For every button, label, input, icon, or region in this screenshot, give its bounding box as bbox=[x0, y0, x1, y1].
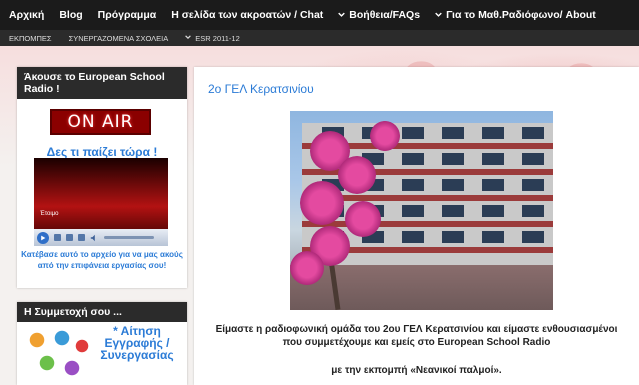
participation-widget-title: Η Συμμετοχή σου ... bbox=[17, 302, 187, 322]
nav-item-label: Αρχική bbox=[9, 9, 45, 21]
play-button[interactable] bbox=[37, 231, 49, 244]
show-name: Νεανικοί παλμοί bbox=[415, 365, 494, 376]
stop-button[interactable] bbox=[54, 234, 61, 241]
post-body-line: που συμμετέχουμε και εμείς στο European … bbox=[282, 337, 551, 348]
nav-item-listeners-chat[interactable]: Η σελίδα των ακροατών / Chat bbox=[162, 9, 323, 21]
nav-item-program[interactable]: Πρόγραμμα bbox=[89, 9, 157, 21]
nav-item-help[interactable]: Βοήθεια/FAQs bbox=[329, 9, 420, 21]
subnav-item-esr-2011-12[interactable]: ESR 2011-12 bbox=[176, 33, 240, 43]
next-button[interactable] bbox=[78, 234, 85, 241]
subnav-item-partner-schools[interactable]: ΣΥΝΕΡΓΑΖΟΜΕΝΑ ΣΧΟΛΕΙΑ bbox=[60, 34, 169, 43]
nav-item-label: Πρόγραμμα bbox=[97, 9, 157, 21]
volume-icon[interactable] bbox=[90, 234, 98, 242]
nav-item-blog[interactable]: Blog bbox=[50, 9, 82, 21]
subnav-item-shows[interactable]: ΕΚΠΟΜΠΕΣ bbox=[0, 34, 52, 43]
nav-item-home[interactable]: Αρχική bbox=[0, 9, 44, 21]
show-prefix: με την εκπομπή « bbox=[331, 365, 416, 376]
people-illustration bbox=[22, 328, 92, 385]
chevron-down-icon bbox=[338, 12, 346, 17]
volume-slider[interactable] bbox=[104, 236, 154, 239]
secondary-navigation: ΕΚΠΟΜΠΕΣ ΣΥΝΕΡΓΑΖΟΜΕΝΑ ΣΧΟΛΕΙΑ ESR 2011-… bbox=[0, 30, 639, 46]
nav-item-label: Η σελίδα των ακροατών / Chat bbox=[171, 9, 324, 21]
post-show-line: με την εκπομπή «Νεανικοί παλμοί». bbox=[194, 365, 639, 376]
nav-item-label: Βοήθεια/FAQs bbox=[349, 9, 421, 21]
nav-item-about[interactable]: Για το Μαθ.Ραδιόφωνο/ About bbox=[426, 9, 596, 21]
nav-item-label: Blog bbox=[59, 9, 83, 21]
post-container: 2ο ΓΕΛ Κερατσινίου Είμαστε η ραδιοφωνική… bbox=[194, 67, 639, 385]
download-caption-link[interactable]: Κατέβασε αυτό το αρχείο για να μας ακούς… bbox=[17, 249, 187, 271]
play-icon bbox=[41, 235, 46, 240]
nav-item-label: Για το Μαθ.Ραδιόφωνο/ About bbox=[446, 9, 596, 21]
subnav-item-label: ΣΥΝΕΡΓΑΖΟΜΕΝΑ ΣΧΟΛΕΙΑ bbox=[68, 33, 169, 43]
media-player: Έτοιμο bbox=[34, 158, 168, 246]
registration-link[interactable]: * Αίτηση Εγγραφής / Συνεργασίας bbox=[94, 325, 180, 361]
post-title[interactable]: 2ο ΓΕΛ Κερατσινίου bbox=[208, 82, 314, 96]
radio-widget-title: Άκουσε το European School Radio ! bbox=[17, 67, 187, 99]
on-air-sign[interactable]: ON AIR bbox=[50, 109, 151, 135]
post-body-line: Είμαστε η ραδιοφωνική ομάδα του 2ου ΓΕΛ … bbox=[215, 324, 618, 335]
chevron-down-icon bbox=[185, 35, 192, 40]
subnav-item-label: ESR 2011-12 bbox=[195, 33, 240, 43]
chevron-down-icon bbox=[435, 12, 442, 17]
post-intro: Είμαστε η ραδιοφωνική ομάδα του 2ου ΓΕΛ … bbox=[194, 323, 639, 349]
subnav-item-label: ΕΚΠΟΜΠΕΣ bbox=[9, 33, 52, 43]
school-photo bbox=[290, 111, 553, 310]
player-status: Έτοιμο bbox=[40, 211, 59, 217]
now-playing-link[interactable]: Δες τι παίζει τώρα ! bbox=[17, 145, 187, 159]
previous-button[interactable] bbox=[66, 234, 73, 241]
player-controls bbox=[34, 229, 168, 246]
show-suffix: ». bbox=[493, 365, 502, 376]
on-air-label: ON AIR bbox=[67, 112, 134, 132]
main-navigation: Αρχική Blog Πρόγραμμα Η σελίδα των ακροα… bbox=[0, 0, 639, 30]
